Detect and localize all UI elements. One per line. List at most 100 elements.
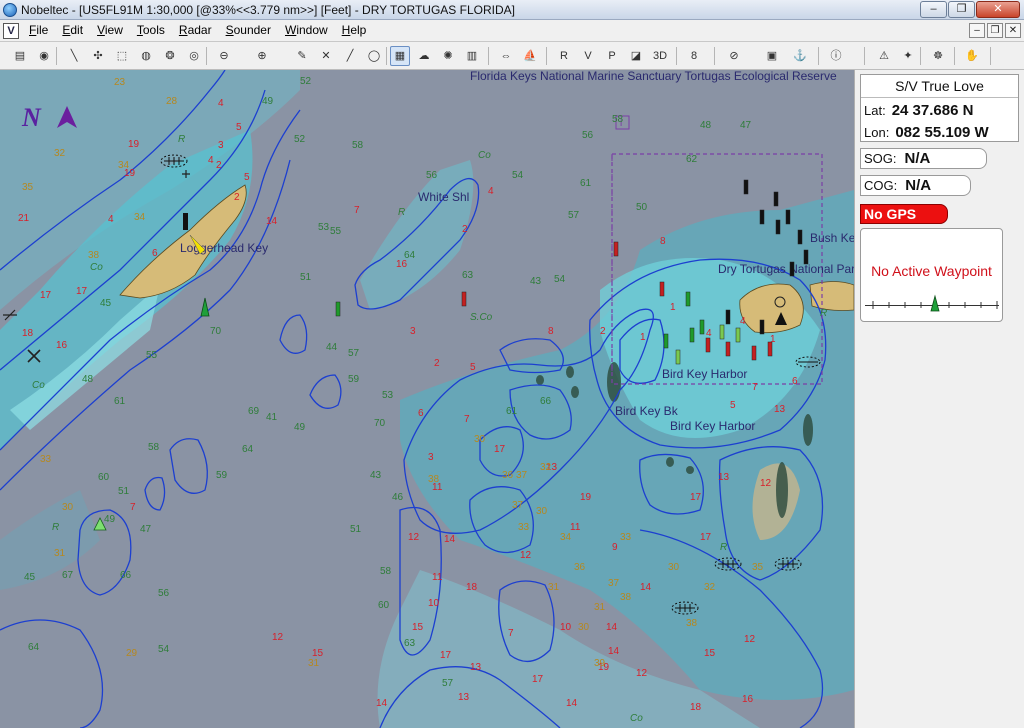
depth-sounding: 5 [470,362,476,373]
route-icon[interactable]: ▤ [10,46,30,66]
nautical-chart[interactable]: N i 19 4 5 3 4 5 2 2 4 6 14 19 21 17 18 16 17 7 16 2 4 3 2 5 6 3 7… [0,70,854,728]
doc-minimize-button[interactable]: – [969,23,985,38]
app-globe-icon[interactable] [3,3,17,17]
menu-file[interactable]: File [22,23,55,37]
channel-marker-icon[interactable] [797,229,803,245]
channel-marker-icon[interactable] [789,261,795,277]
wheel-icon[interactable]: ☸ [928,46,948,66]
depth-sounding: 38 [686,618,698,629]
menu-view[interactable]: View [90,23,130,37]
info-icon[interactable]: ⓘ [826,46,846,66]
channel-marker-icon[interactable] [685,291,691,307]
channel-marker-icon[interactable] [719,324,725,340]
svg-text:R: R [398,207,405,218]
channel-marker-icon[interactable] [775,219,781,235]
lighthouse-icon[interactable] [183,213,188,230]
channel-marker-icon[interactable] [785,209,791,225]
close-button[interactable]: ✕ [976,1,1020,18]
split-icon[interactable]: ⇔ [496,46,516,66]
restore-button[interactable]: ❐ [948,1,975,18]
r-icon[interactable]: R [554,46,574,66]
menu-window[interactable]: Window [278,23,335,37]
depth-sounding: 23 [114,77,126,88]
line-tool-icon[interactable]: ╲ [64,46,84,66]
document-icon[interactable]: V [3,23,19,39]
heading-icon[interactable]: 8 [684,46,704,66]
depth-sounding: 33 [518,522,530,533]
chart-select-icon[interactable]: ▦ [390,46,410,66]
channel-marker-icon[interactable] [659,281,665,297]
title-bar[interactable]: Nobeltec - [US5FL91M 1:30,000 [@33%<<3.7… [0,0,1024,20]
chart-canvas[interactable]: N i 19453452246141921171816177162432 5637… [0,70,854,728]
menu-radar[interactable]: Radar [172,23,219,37]
toolbar-separator [714,47,715,65]
boat-icon[interactable]: ⛵ [520,46,540,66]
channel-marker-icon[interactable] [663,333,669,349]
hand-icon[interactable]: ✋ [962,46,982,66]
weather-icon[interactable]: ✺ [438,46,458,66]
grid-icon[interactable]: ▥ [462,46,482,66]
cloud-icon[interactable]: ☁ [414,46,434,66]
cross-tool-icon[interactable]: ✕ [316,46,336,66]
depth-sounding: 17 [494,444,506,455]
channel-marker-icon[interactable] [743,179,749,195]
depth-sounding: 10 [560,622,572,633]
depth-sounding: 30 [474,434,486,445]
channel-marker-icon[interactable] [773,191,779,207]
zoom-box-icon[interactable]: ⬚ [112,46,132,66]
channel-marker-icon[interactable] [803,249,809,265]
channel-marker-icon[interactable] [699,319,705,335]
menu-tools[interactable]: Tools [130,23,172,37]
ship-icon[interactable]: ⚓ [790,46,810,66]
channel-marker-icon[interactable] [689,327,695,343]
doc-restore-button[interactable]: ❐ [987,23,1003,38]
channel-marker-icon[interactable] [767,341,773,357]
channel-marker-icon[interactable] [675,349,681,365]
channel-marker-icon[interactable] [759,209,765,225]
layers-icon[interactable]: ▣ [762,46,782,66]
v-icon[interactable]: V [578,46,598,66]
zoom-out-icon[interactable]: ⊖ [214,46,234,66]
warning-icon[interactable]: ⚠ [874,46,894,66]
channel-marker-icon[interactable] [613,241,619,257]
depth-sounding: 11 [570,522,581,533]
white-shoal-label: White Shl [418,190,469,204]
channel-marker-icon[interactable] [705,337,711,353]
channel-marker-icon[interactable] [725,341,731,357]
depth-sounding: 31 [308,658,320,669]
menu-help[interactable]: Help [335,23,374,37]
pencil-icon[interactable]: ✎ [292,46,312,66]
menu-sounder[interactable]: Sounder [219,23,278,37]
depth-sounding: 54 [512,170,524,181]
zoom-in-icon[interactable]: ⊕ [252,46,272,66]
perspective-icon[interactable]: ◪ [626,46,646,66]
depth-sounding: 21 [18,213,30,224]
channel-marker-icon[interactable] [759,319,765,335]
menu-mnemonic: R [178,23,188,37]
ruler-icon[interactable]: ╱ [340,46,360,66]
event-icon[interactable]: ❂ [160,46,180,66]
minimize-button[interactable]: – [920,1,947,18]
depth-sounding: 7 [508,628,514,639]
circle-tool-icon[interactable]: ◯ [364,46,384,66]
globe-icon[interactable]: ◉ [34,46,54,66]
depth-sounding: 15 [704,648,716,659]
waypoint-tool-icon[interactable]: ✣ [88,46,108,66]
mark-icon[interactable]: ◍ [136,46,156,66]
ais-icon[interactable]: ✦ [898,46,918,66]
alarm-off-icon[interactable]: ⊘ [724,46,744,66]
lifebuoy-icon[interactable]: ◎ [184,46,204,66]
depth-sounding: 13 [458,692,470,703]
channel-marker-icon[interactable] [735,327,741,343]
channel-marker-icon[interactable] [335,301,341,317]
depth-sounding: 38 [428,474,440,485]
channel-marker-icon[interactable] [751,345,757,361]
menu-edit[interactable]: Edit [55,23,90,37]
channel-marker-icon[interactable] [725,309,731,325]
green-buoy-icon[interactable] [200,297,210,317]
3d-icon[interactable]: 3D [650,46,670,66]
window-title: Nobeltec - [US5FL91M 1:30,000 [@33%<<3.7… [21,3,515,17]
doc-close-button[interactable]: ✕ [1005,23,1021,38]
p-icon[interactable]: P [602,46,622,66]
channel-marker-icon[interactable] [461,291,467,307]
